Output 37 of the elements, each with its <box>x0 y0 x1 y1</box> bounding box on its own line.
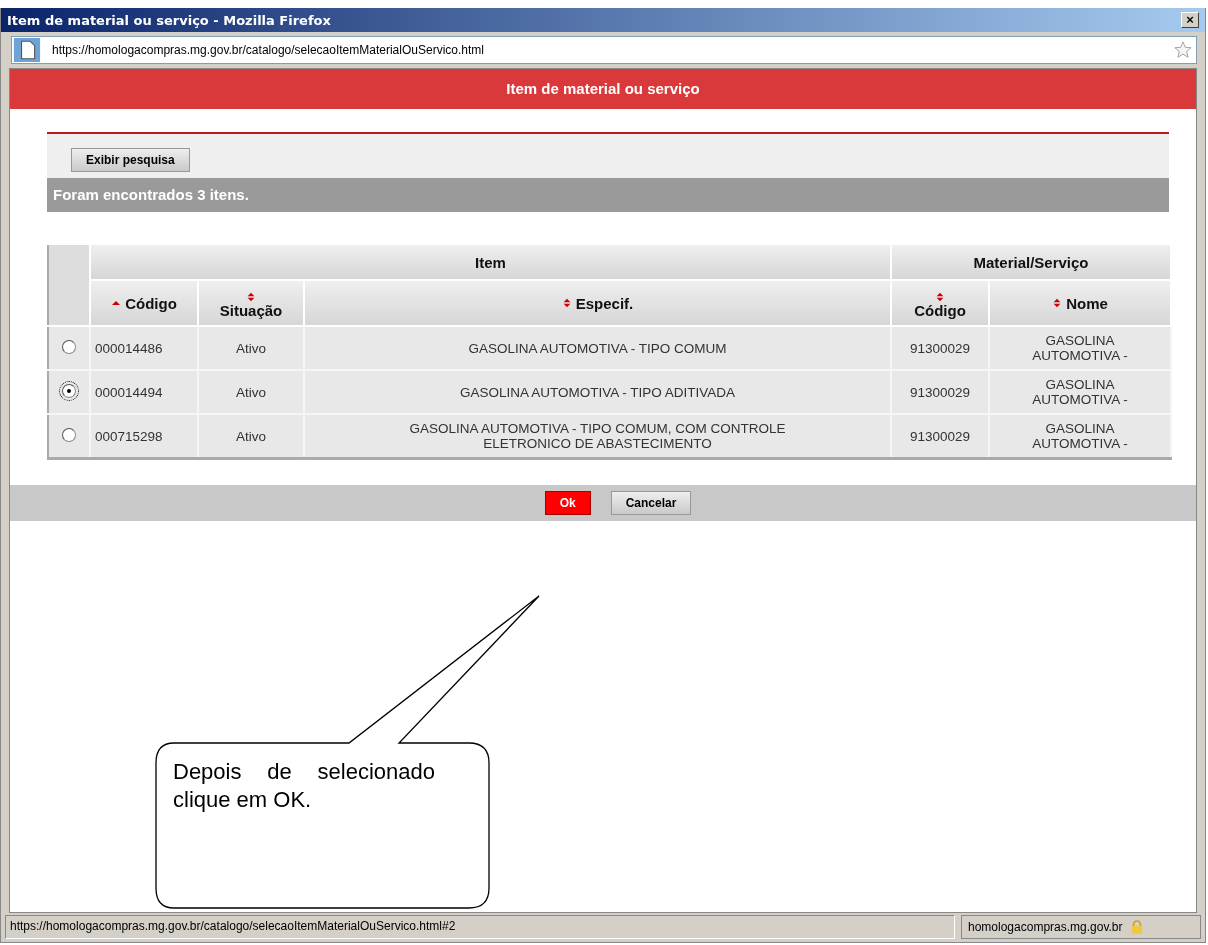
page-icon <box>12 38 42 62</box>
ok-button[interactable]: Ok <box>544 491 591 515</box>
radio-button[interactable] <box>62 339 76 354</box>
callout-text: Depois de selecionado clique em OK. <box>173 758 435 814</box>
column-header[interactable]: Código <box>125 294 177 312</box>
sort-icon[interactable] <box>1052 298 1063 309</box>
table-cell: GASOLINA AUTOMOTIVA - <box>989 370 1171 414</box>
column-group-header: Material/Serviço <box>891 244 1171 280</box>
close-button[interactable]: × <box>1181 12 1199 28</box>
table-cell: Ativo <box>198 370 304 414</box>
results-banner: Foram encontrados 3 itens. <box>47 178 1169 212</box>
url-text: https://homologacompras.mg.gov.br/catalogo/selecaoItemMaterialOuServico.html <box>52 43 485 57</box>
radio-button[interactable] <box>62 427 76 442</box>
status-url: https://homologacompras.mg.gov.br/catalogo/selecaoItemMaterialOuServico.html#2 <box>5 915 955 939</box>
table-cell: 91300029 <box>891 370 989 414</box>
sort-icon[interactable] <box>935 291 945 302</box>
table-cell: GASOLINA AUTOMOTIVA - TIPO COMUM <box>304 326 891 370</box>
sort-icon[interactable] <box>246 291 256 302</box>
address-bar[interactable]: https://homologacompras.mg.gov.br/catalogo/selecaoItemMaterialOuServico.html <box>11 36 1197 64</box>
column-group-header: Item <box>90 244 891 280</box>
table-cell: 91300029 <box>891 326 989 370</box>
window-title: Item de material ou serviço - Mozilla Firefox <box>7 12 331 28</box>
column-header[interactable]: Nome <box>1066 294 1108 312</box>
star-icon[interactable] <box>1174 41 1192 59</box>
table-cell: GASOLINA AUTOMOTIVA - <box>989 326 1171 370</box>
table-cell: Ativo <box>198 326 304 370</box>
show-search-button[interactable]: Exibir pesquisa <box>71 148 190 172</box>
table-cell: GASOLINA AUTOMOTIVA - TIPO ADITIVADA <box>304 370 891 414</box>
cancel-button[interactable]: Cancelar <box>610 491 692 515</box>
lock-icon <box>1130 919 1143 935</box>
sort-icon[interactable] <box>561 298 572 309</box>
page-header: Item de material ou serviço <box>10 69 1196 109</box>
table-cell: 000014494 <box>90 370 198 414</box>
radio-button[interactable] <box>62 383 76 398</box>
column-header[interactable]: Especif. <box>575 294 634 312</box>
status-domain: homologacompras.mg.gov.br <box>968 919 1123 936</box>
table-cell: 000014486 <box>90 326 198 370</box>
